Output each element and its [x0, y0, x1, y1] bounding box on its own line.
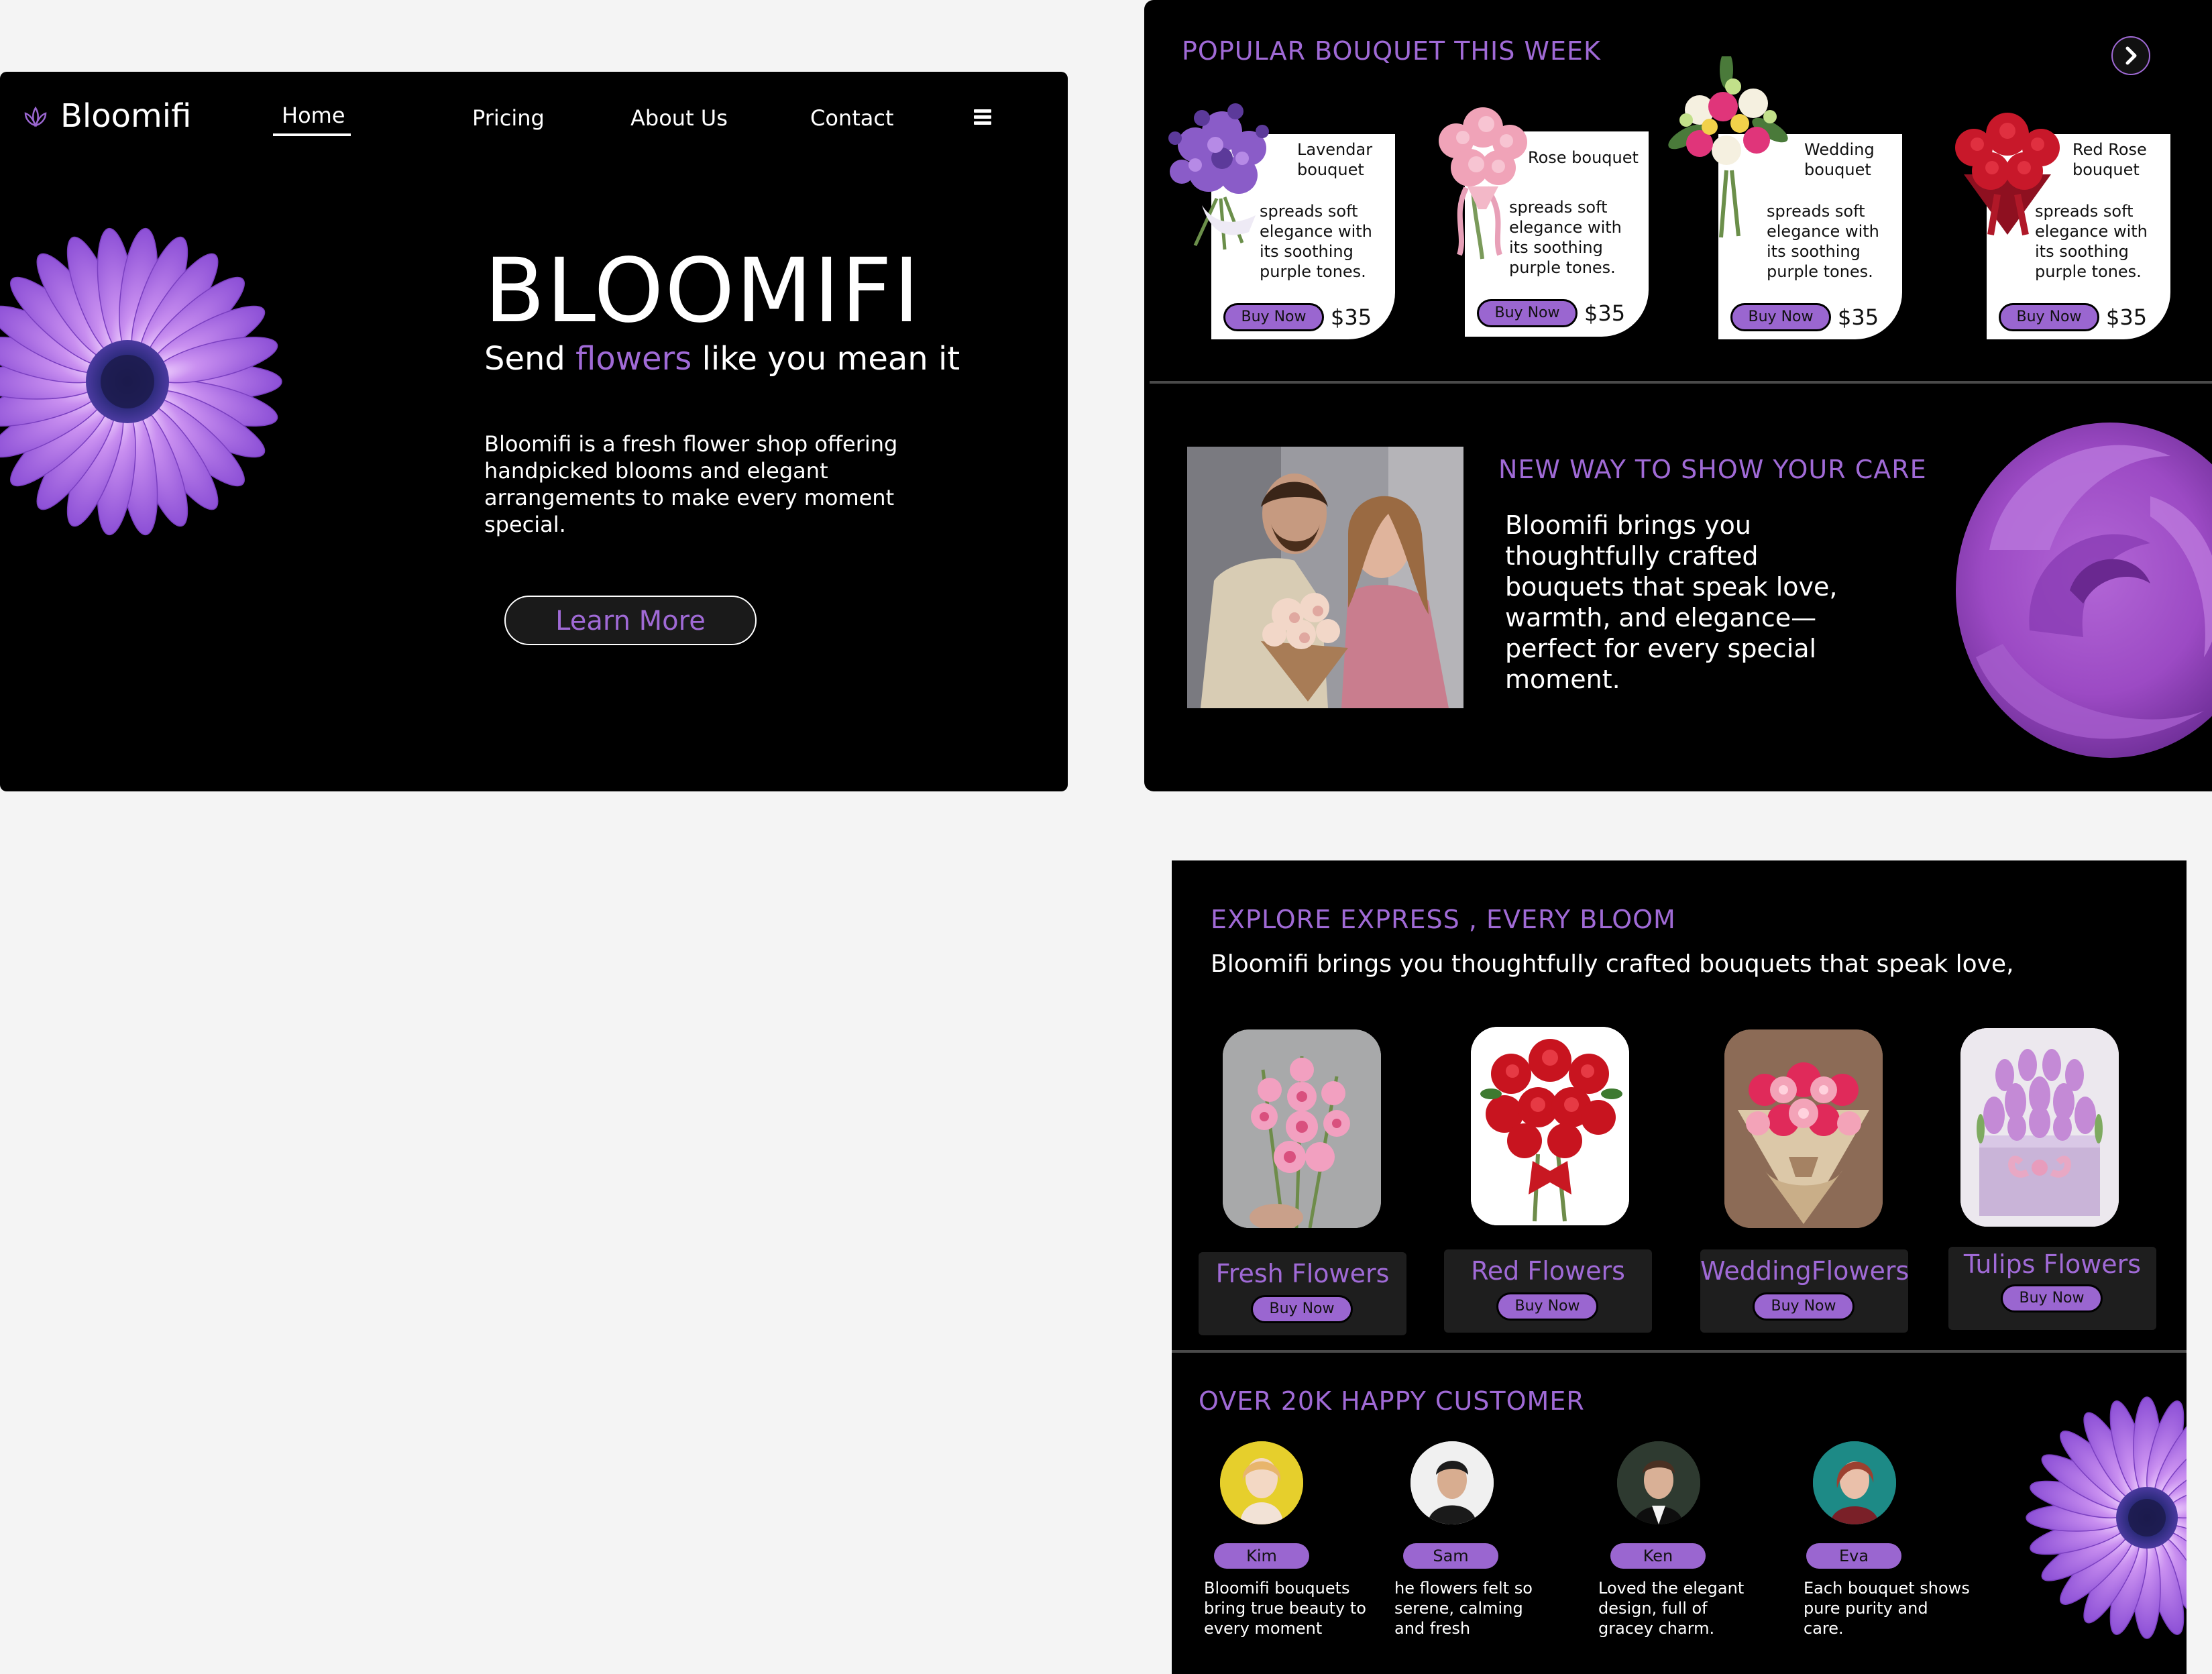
popular-section-title: POPULAR BOUQUET THIS WEEK [1182, 36, 1601, 66]
customer-review: Each bouquet shows pure purity and care. [1804, 1579, 1970, 1638]
customer-review: he flowers felt so serene, calming and f… [1394, 1579, 1533, 1638]
bouquet-name: Lavendar bouquet [1297, 140, 1373, 179]
lotus-icon[interactable] [20, 103, 51, 133]
section-divider [1150, 381, 2212, 384]
buy-now-button[interactable]: Buy Now [1251, 1295, 1353, 1323]
hero-title: BLOOMIFI [484, 239, 921, 343]
hero-subtitle: Send flowers like you mean it [484, 340, 960, 378]
customer-name-pill: Kim [1214, 1543, 1309, 1569]
customer-name-pill: Ken [1610, 1543, 1706, 1569]
buy-now-button[interactable]: Buy Now [1223, 303, 1324, 331]
category-name[interactable]: Tulips Flowers [1948, 1249, 2156, 1279]
active-nav-indicator [273, 133, 351, 136]
customer-name-pill: Sam [1403, 1543, 1498, 1569]
explore-section-title: EXPLORE EXPRESS , EVERY BLOOM [1211, 905, 1676, 934]
care-description: Bloomifi brings you thoughtfully crafted… [1505, 510, 1838, 694]
subtitle-prefix: Send [484, 340, 576, 378]
nav-about-link[interactable]: About Us [630, 105, 728, 131]
couple-with-flowers-photo [1187, 447, 1463, 708]
bouquet-name: Rose bouquet [1528, 148, 1639, 167]
red-flowers-image[interactable] [1471, 1027, 1629, 1225]
hero-description: Bloomifi is a fresh flower shop offering… [484, 431, 898, 537]
avatar [1813, 1441, 1896, 1524]
wedding-flowers-image[interactable] [1724, 1029, 1883, 1228]
category-name[interactable]: Red Flowers [1444, 1256, 1652, 1286]
bouquet-price: $35 [2106, 304, 2148, 330]
category-name[interactable]: WeddingFlowers [1700, 1256, 1909, 1286]
hero-panel: Bloomifi Home Pricing About Us Contact B… [0, 72, 1068, 791]
avatar [1411, 1441, 1494, 1524]
bouquet-price: $35 [1584, 300, 1626, 326]
customer-review: Bloomifi bouquets bring true beauty to e… [1204, 1579, 1366, 1638]
learn-more-button[interactable]: Learn More [504, 596, 757, 645]
subtitle-suffix: like you mean it [692, 340, 960, 378]
nav-contact-link[interactable]: Contact [810, 105, 894, 131]
buy-now-button[interactable]: Buy Now [1477, 299, 1578, 327]
purple-rose-image [1956, 423, 2212, 758]
customer-name-pill: Eva [1806, 1543, 1901, 1569]
buy-now-button[interactable]: Buy Now [2001, 1284, 2103, 1313]
category-card-wedding: WeddingFlowers Buy Now [1700, 1249, 1909, 1333]
buy-now-button[interactable]: Buy Now [1999, 303, 2099, 331]
explore-panel: EXPLORE EXPRESS , EVERY BLOOM Bloomifi b… [1172, 860, 2187, 1674]
brand-logo-text[interactable]: Bloomifi [60, 97, 191, 135]
avatar [1220, 1441, 1303, 1524]
lavender-bouquet-image [1168, 103, 1269, 250]
nav-pricing-link[interactable]: Pricing [472, 105, 545, 131]
category-name[interactable]: Fresh Flowers [1199, 1259, 1406, 1288]
rose-bouquet-image [1439, 107, 1527, 260]
bouquet-name: Red Rose bouquet [2072, 140, 2147, 179]
wedding-bouquet-image [1668, 56, 1788, 238]
fresh-flowers-image[interactable] [1223, 1029, 1381, 1228]
nav-home-link[interactable]: Home [282, 103, 345, 128]
category-card-tulips: Tulips Flowers Buy Now [1948, 1247, 2156, 1330]
category-card-red: Red Flowers Buy Now [1444, 1249, 1652, 1333]
avatar [1617, 1441, 1700, 1524]
customer-review: Loved the elegant design, full of gracey… [1598, 1579, 1745, 1638]
hamburger-icon[interactable] [974, 109, 991, 125]
red-rose-bouquet-image [1955, 113, 2060, 235]
care-section-title: NEW WAY TO SHOW YOUR CARE [1498, 455, 1927, 484]
buy-now-button[interactable]: Buy Now [1496, 1292, 1598, 1321]
subtitle-highlight: flowers [575, 340, 692, 378]
daisy-flower-image [0, 227, 282, 536]
chevron-right-icon[interactable] [2111, 36, 2150, 75]
section-divider [1172, 1350, 2187, 1353]
category-card-fresh: Fresh Flowers Buy Now [1199, 1252, 1406, 1335]
bouquet-price: $35 [1838, 304, 1879, 330]
popular-panel: POPULAR BOUQUET THIS WEEK Lavendar bouqu… [1144, 0, 2212, 791]
buy-now-button[interactable]: Buy Now [1730, 303, 1831, 331]
daisy-flower-image [2026, 1396, 2187, 1639]
customers-section-title: OVER 20K HAPPY CUSTOMER [1199, 1386, 1585, 1416]
bouquet-price: $35 [1331, 304, 1372, 330]
buy-now-button[interactable]: Buy Now [1753, 1292, 1855, 1321]
bouquet-name: Wedding bouquet [1804, 140, 1875, 179]
explore-subtitle: Bloomifi brings you thoughtfully crafted… [1211, 950, 2014, 978]
tulips-flowers-image[interactable] [1960, 1028, 2119, 1227]
